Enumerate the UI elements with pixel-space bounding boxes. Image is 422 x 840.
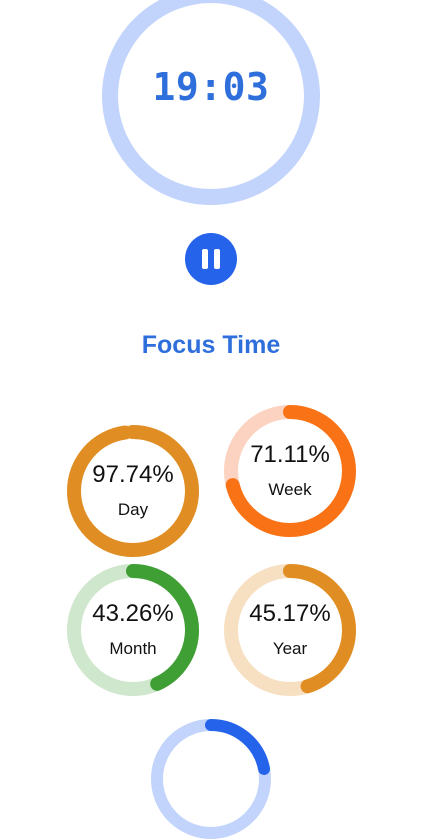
stat-year: 45.17% Year: [222, 562, 358, 698]
stat-label: Month: [109, 639, 157, 658]
pause-button[interactable]: [185, 233, 237, 285]
ring-progress: [67, 425, 199, 557]
bottom-ring: [150, 718, 272, 840]
progress-ring-day: [67, 425, 199, 557]
stat-label: Year: [272, 639, 308, 658]
progress-ring-month: [67, 564, 199, 696]
progress-ring-week: [224, 405, 356, 537]
stat-percent: 97.74%: [92, 461, 174, 488]
section-title: Focus Time: [141, 331, 281, 359]
stat-percent: 43.26%: [92, 600, 174, 627]
stat-percent: 45.17%: [249, 600, 331, 627]
progress-ring-year: [224, 564, 356, 696]
stat-month: 43.26% Month: [65, 562, 201, 698]
stat-percent: 71.11%: [250, 441, 330, 468]
stat-label: Day: [117, 500, 149, 519]
stat-day: 97.74% Day: [65, 423, 201, 559]
stat-label: Week: [268, 480, 312, 499]
stat-week: 71.11% Week: [222, 403, 358, 539]
timer-display: 19:03: [152, 65, 270, 109]
